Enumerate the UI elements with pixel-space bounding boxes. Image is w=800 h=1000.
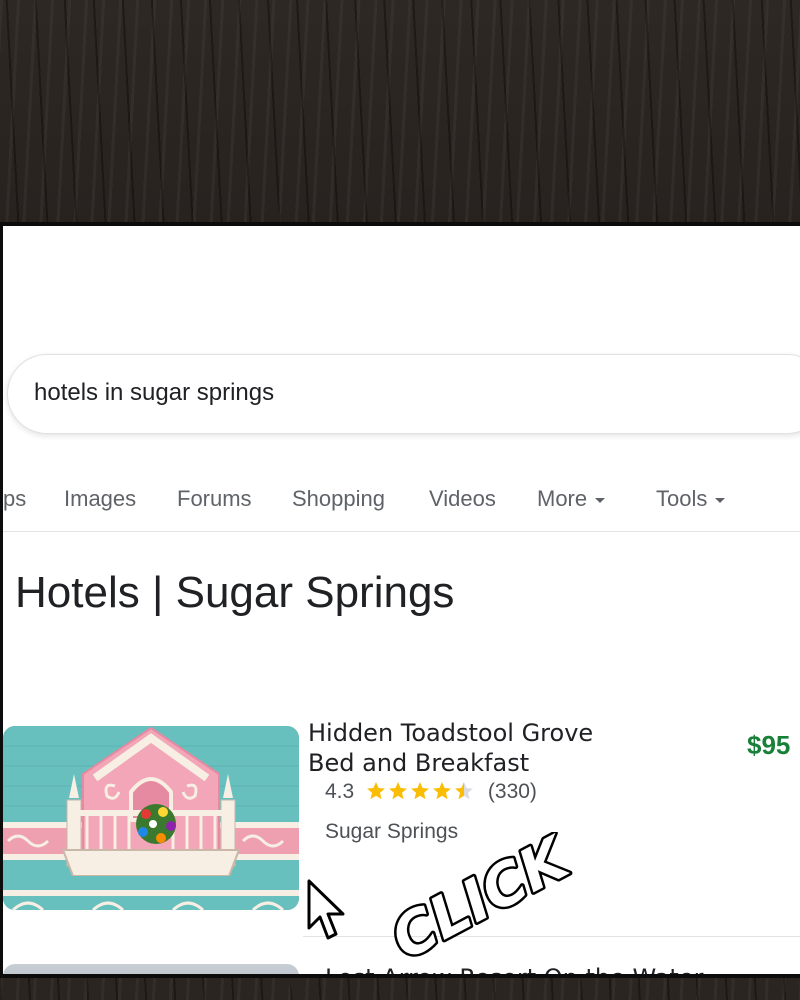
click-effect-graphic: CLICK [378, 832, 576, 962]
click-text: CLICK [380, 832, 576, 962]
search-input[interactable]: hotels in sugar springs [7, 354, 800, 434]
tab-tools-label: Tools [656, 486, 708, 511]
hotel-rating-row: 4.3 (330) [325, 780, 537, 804]
wood-background-bottom [0, 978, 800, 1000]
tab-shopping[interactable]: Shopping [292, 486, 385, 512]
tab-more[interactable]: More [537, 486, 606, 512]
hotel-image[interactable] [3, 726, 299, 910]
search-tabs-bar: ps Images Forums Shopping Videos More To… [3, 482, 800, 532]
star-icon [389, 782, 408, 800]
hotel-balcony-illustration [3, 726, 299, 910]
tab-maps[interactable]: ps [3, 486, 26, 512]
tab-images[interactable]: Images [64, 486, 136, 512]
star-rating-icons [367, 782, 474, 800]
tab-videos[interactable]: Videos [429, 486, 496, 512]
tab-more-label: More [537, 486, 588, 511]
next-hotel-name-link[interactable]: Lost Arrow Resort On the Water [325, 964, 703, 974]
page-title: Hotels | Sugar Springs [15, 568, 455, 617]
half-star-icon [455, 782, 474, 800]
wood-background-top [0, 0, 800, 222]
star-icon [433, 782, 452, 800]
review-count: (330) [487, 780, 537, 803]
caret-down-icon [595, 497, 606, 503]
star-icon [367, 782, 386, 800]
tab-tools[interactable]: Tools [656, 486, 726, 512]
next-hotel-image[interactable] [3, 964, 299, 974]
hotel-price: $95 [747, 730, 791, 760]
caret-down-icon [715, 497, 726, 503]
search-query-text: hotels in sugar springs [34, 379, 275, 406]
star-icon [411, 782, 430, 800]
mouse-cursor-icon [307, 879, 345, 940]
tab-forums[interactable]: Forums [177, 486, 252, 512]
hotel-name-link[interactable]: Hidden Toadstool Grove Bed and Breakfast [308, 718, 608, 778]
rating-value: 4.3 [325, 780, 355, 803]
